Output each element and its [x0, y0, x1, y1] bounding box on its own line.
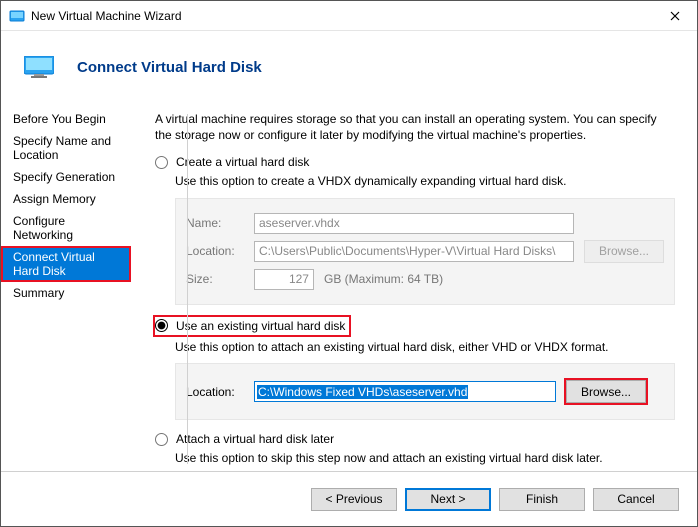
app-icon: [9, 8, 25, 24]
step-assign-memory[interactable]: Assign Memory: [1, 188, 131, 210]
wizard-header: Connect Virtual Hard Disk: [1, 31, 697, 103]
titlebar: New Virtual Machine Wizard: [1, 1, 697, 31]
monitor-icon: [23, 55, 55, 79]
location-label: Location:: [186, 244, 244, 258]
option-use-existing: Use an existing virtual hard disk Use th…: [155, 317, 675, 421]
cancel-button[interactable]: Cancel: [593, 488, 679, 511]
radio-attach-later-input[interactable]: [155, 433, 168, 446]
radio-use-existing-input[interactable]: [155, 319, 168, 332]
radio-use-existing-label: Use an existing virtual hard disk: [176, 319, 345, 333]
option-attach-later: Attach a virtual hard disk later Use thi…: [155, 432, 675, 466]
next-button[interactable]: Next >: [405, 488, 491, 511]
existing-location-label: Location:: [186, 385, 244, 399]
location-input: [254, 241, 574, 262]
option-create-vhd: Create a virtual hard disk Use this opti…: [155, 155, 675, 304]
radio-attach-later[interactable]: Attach a virtual hard disk later: [155, 432, 675, 446]
wizard-footer: < Previous Next > Finish Cancel: [1, 471, 697, 526]
wizard-steps: Before You Begin Specify Name and Locati…: [1, 103, 131, 468]
intro-text: A virtual machine requires storage so th…: [155, 111, 675, 143]
page-title: Connect Virtual Hard Disk: [77, 59, 262, 76]
window-title: New Virtual Machine Wizard: [31, 9, 652, 23]
browse-button[interactable]: Browse...: [566, 380, 646, 403]
step-specify-name[interactable]: Specify Name and Location: [1, 130, 131, 166]
option1-desc: Use this option to create a VHDX dynamic…: [175, 173, 675, 189]
radio-attach-later-label: Attach a virtual hard disk later: [176, 432, 334, 446]
step-before-you-begin[interactable]: Before You Begin: [1, 108, 131, 130]
radio-use-existing[interactable]: Use an existing virtual hard disk: [155, 317, 349, 335]
wizard-content: A virtual machine requires storage so th…: [131, 103, 697, 468]
size-label: Size:: [186, 272, 244, 286]
radio-create-vhd-input[interactable]: [155, 156, 168, 169]
close-button[interactable]: [652, 1, 697, 31]
name-label: Name:: [186, 216, 244, 230]
wizard-body: Before You Begin Specify Name and Locati…: [1, 103, 697, 468]
option2-panel: Location: C:\Windows Fixed VHDs\aseserve…: [175, 363, 675, 420]
previous-button[interactable]: < Previous: [311, 488, 397, 511]
step-configure-networking[interactable]: Configure Networking: [1, 210, 131, 246]
existing-location-input[interactable]: C:\Windows Fixed VHDs\aseserver.vhd: [254, 381, 556, 402]
browse-button-disabled: Browse...: [584, 240, 664, 263]
option3-desc: Use this option to skip this step now an…: [175, 450, 675, 466]
size-input: [254, 269, 314, 290]
option2-desc: Use this option to attach an existing vi…: [175, 339, 675, 355]
vertical-divider: [187, 114, 188, 464]
option1-panel: Name: Location: Browse... Size: GB (Maxi…: [175, 198, 675, 305]
size-unit: GB (Maximum: 64 TB): [324, 272, 443, 286]
step-connect-vhd[interactable]: Connect Virtual Hard Disk: [1, 246, 131, 282]
finish-button[interactable]: Finish: [499, 488, 585, 511]
step-specify-generation[interactable]: Specify Generation: [1, 166, 131, 188]
step-summary[interactable]: Summary: [1, 282, 131, 304]
radio-create-vhd[interactable]: Create a virtual hard disk: [155, 155, 675, 169]
name-input: [254, 213, 574, 234]
existing-location-value: C:\Windows Fixed VHDs\aseserver.vhd: [257, 385, 468, 399]
radio-create-vhd-label: Create a virtual hard disk: [176, 155, 309, 169]
